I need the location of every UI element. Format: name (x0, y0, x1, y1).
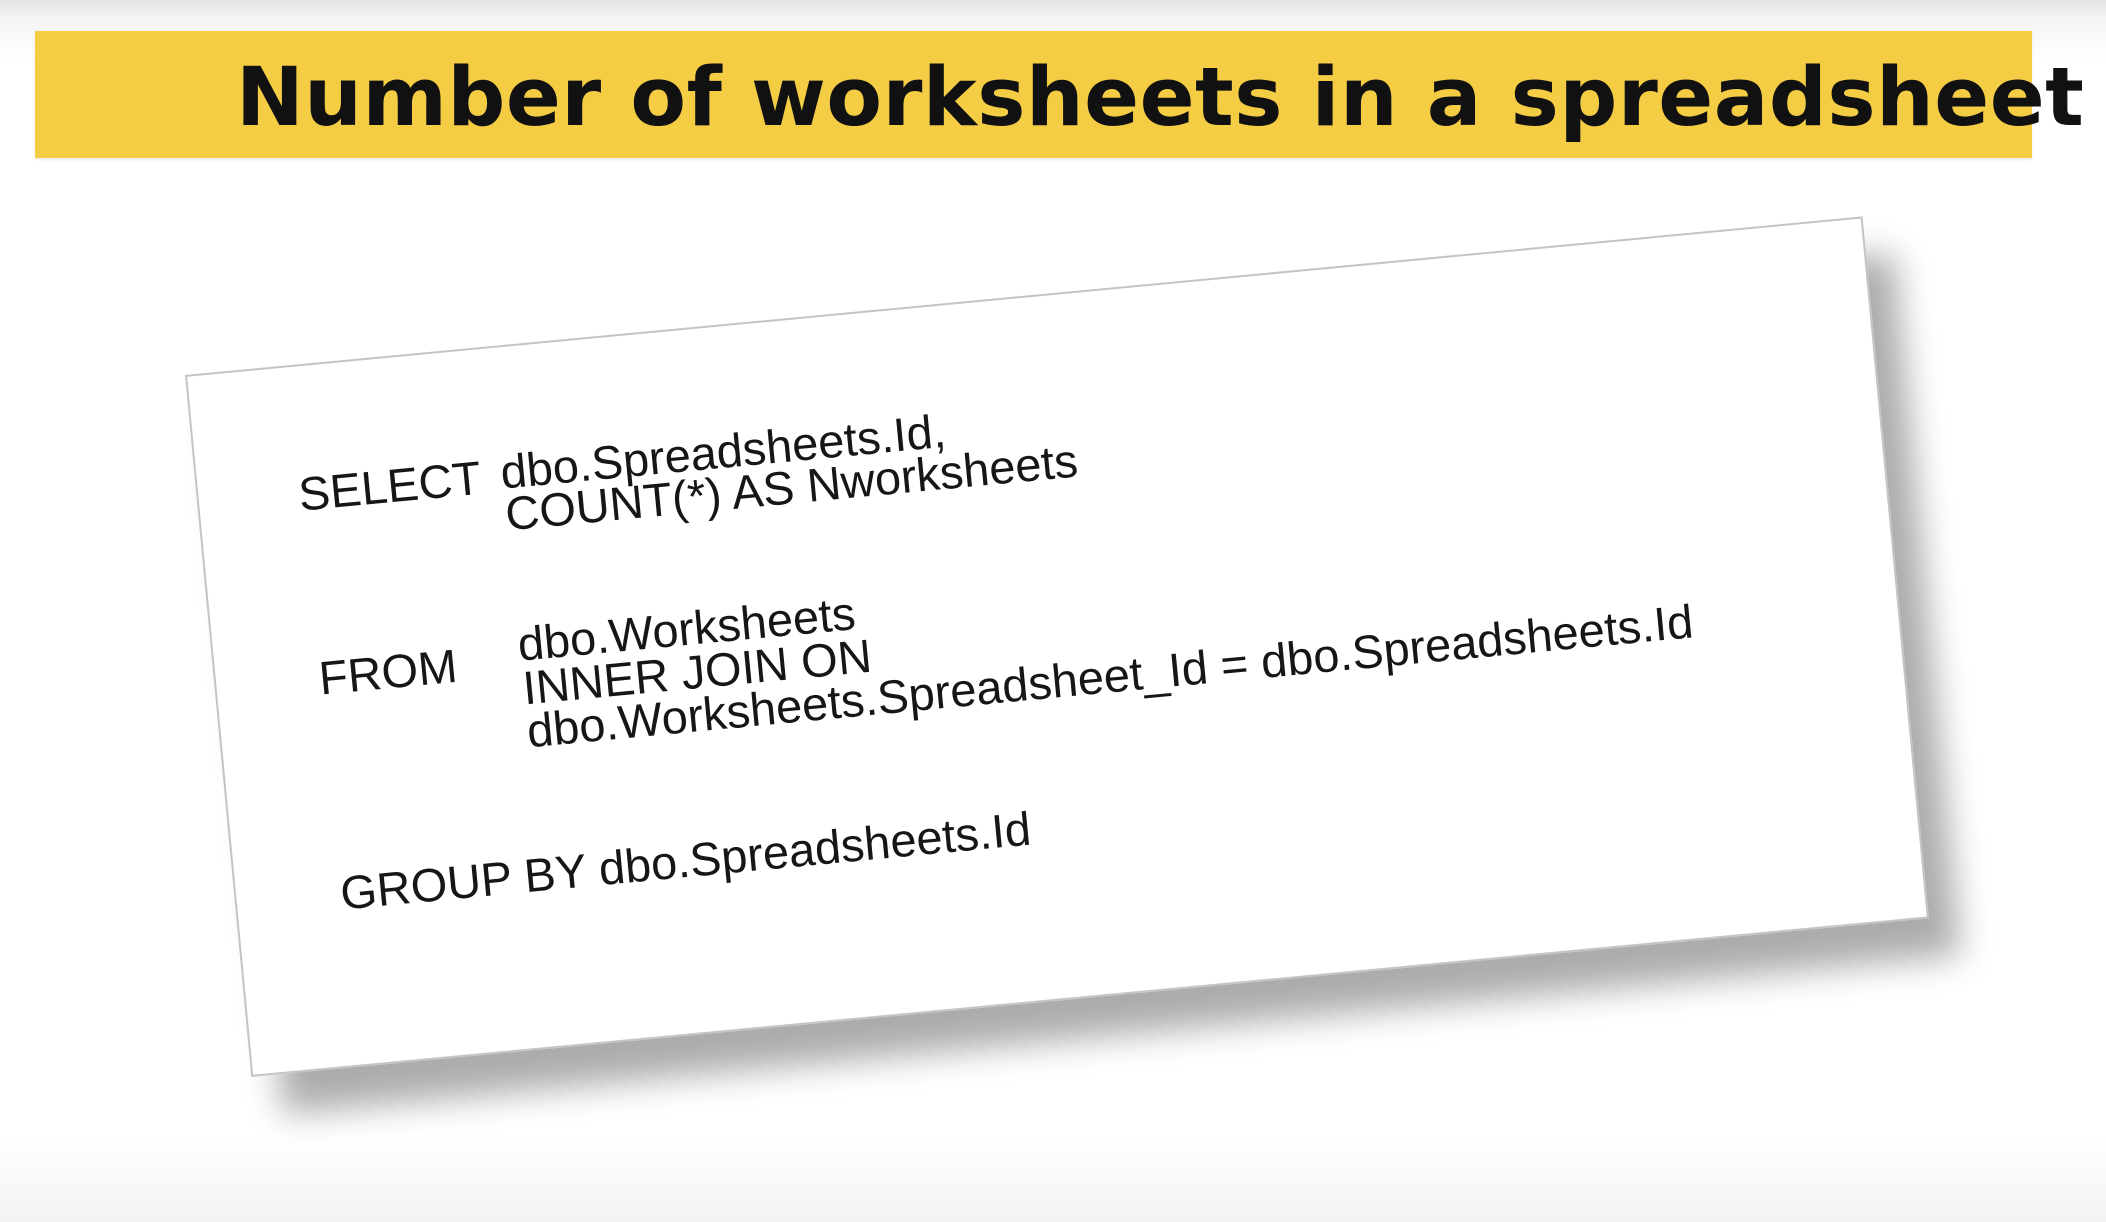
from-keyword: FROM (316, 638, 460, 705)
group-by-clause: GROUP BY dbo.Spreadsheets.Id (337, 801, 1034, 920)
sql-query-card: SELECT dbo.Spreadsheets.Id, COUNT(*) AS … (185, 216, 1929, 1077)
select-keyword: SELECT (296, 450, 484, 521)
slide-title: Number of worksheets in a spreadsheet (236, 51, 2085, 145)
